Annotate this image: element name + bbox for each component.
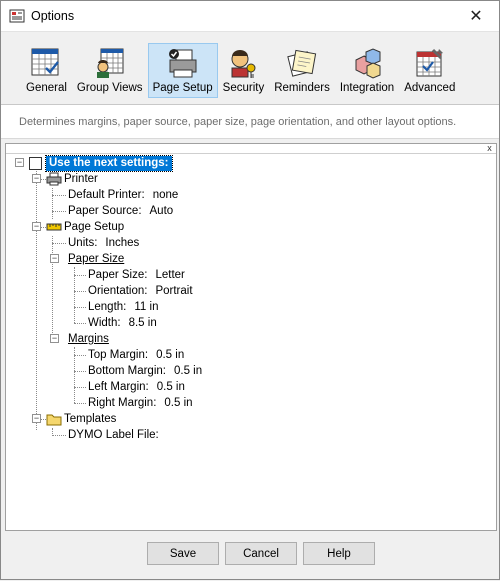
use-settings-checkbox[interactable] xyxy=(29,156,42,170)
ruler-icon xyxy=(46,223,62,231)
tab-label: Page Setup xyxy=(152,82,213,94)
help-button[interactable]: Help xyxy=(303,542,375,565)
units-row[interactable]: Units: Inches xyxy=(68,235,139,251)
tab-group-views[interactable]: Group Views xyxy=(72,43,148,98)
tab-label: Security xyxy=(222,82,265,94)
paper-size-group-label: Paper Size xyxy=(68,253,125,265)
tab-label: Reminders xyxy=(274,82,330,94)
folder-icon xyxy=(46,414,62,426)
paper-size-label: Paper Size: xyxy=(88,269,148,281)
calendar-user-icon xyxy=(96,48,124,78)
blocks-icon xyxy=(355,48,381,79)
templates-collapse-toggle[interactable]: − xyxy=(32,414,41,423)
tab-page-setup[interactable]: Page Setup xyxy=(147,43,218,98)
panel-header: x xyxy=(6,144,496,154)
left-margin-label: Left Margin: xyxy=(88,381,149,393)
bottom-margin-label: Bottom Margin: xyxy=(88,365,166,377)
left-margin-value[interactable]: 0.5 in xyxy=(157,381,185,393)
top-margin-label: Top Margin: xyxy=(88,349,149,361)
default-printer-value[interactable]: none xyxy=(153,189,179,201)
length-row[interactable]: Length: 11 in xyxy=(88,299,158,315)
length-value[interactable]: 11 in xyxy=(134,301,158,313)
right-margin-row[interactable]: Right Margin: 0.5 in xyxy=(88,395,193,411)
dialog-footer: Save Cancel Help xyxy=(1,531,499,581)
right-margin-label: Right Margin: xyxy=(88,397,157,409)
tree-root-row[interactable]: Use the next settings: xyxy=(29,154,173,172)
tab-label: General xyxy=(26,82,67,94)
save-button[interactable]: Save xyxy=(147,542,219,565)
dymo-label-file-label: DYMO Label File: xyxy=(68,429,159,441)
width-row[interactable]: Width: 8.5 in xyxy=(88,315,157,331)
right-margin-value[interactable]: 0.5 in xyxy=(164,397,192,409)
notes-icon xyxy=(287,49,317,77)
templates-label: Templates xyxy=(64,413,117,425)
orientation-label: Orientation: xyxy=(88,285,148,297)
orientation-row[interactable]: Orientation: Portrait xyxy=(88,283,193,299)
options-toolbar: General Group Views Page Setup Security … xyxy=(1,32,499,105)
tab-label: Group Views xyxy=(76,82,143,94)
page-description: Determines margins, paper source, paper … xyxy=(1,105,499,139)
calendar-wrench-icon xyxy=(416,48,443,77)
orientation-value[interactable]: Portrait xyxy=(155,285,192,297)
dymo-label-row[interactable]: DYMO Label File: xyxy=(68,427,159,443)
page-setup-collapse-toggle[interactable]: − xyxy=(32,222,41,231)
paper-source-value[interactable]: Auto xyxy=(150,205,174,217)
bottom-margin-row[interactable]: Bottom Margin: 0.5 in xyxy=(88,363,202,379)
tree-node-page-setup[interactable]: Page Setup xyxy=(46,219,124,235)
bottom-margin-value[interactable]: 0.5 in xyxy=(174,365,202,377)
panel-close-icon[interactable]: x xyxy=(485,144,494,153)
tree-node-margins[interactable]: Margins xyxy=(68,331,109,347)
printer-label: Printer xyxy=(64,173,98,185)
default-printer-row[interactable]: Default Printer: none xyxy=(68,187,178,203)
options-app-icon xyxy=(9,9,25,23)
root-collapse-toggle[interactable]: − xyxy=(15,158,24,167)
printer-icon xyxy=(168,49,197,78)
width-value[interactable]: 8.5 in xyxy=(129,317,157,329)
tab-general[interactable]: General xyxy=(21,43,72,98)
left-margin-row[interactable]: Left Margin: 0.5 in xyxy=(88,379,185,395)
tree-node-templates[interactable]: Templates xyxy=(46,411,116,427)
top-margin-row[interactable]: Top Margin: 0.5 in xyxy=(88,347,184,363)
paper-size-row[interactable]: Paper Size: Letter xyxy=(88,267,185,283)
tab-label: Integration xyxy=(339,82,395,94)
tab-label: Advanced xyxy=(404,82,456,94)
page-setup-label: Page Setup xyxy=(64,221,125,233)
user-key-icon xyxy=(231,50,256,78)
length-label: Length: xyxy=(88,301,127,313)
units-value[interactable]: Inches xyxy=(105,237,139,249)
default-printer-label: Default Printer: xyxy=(68,189,145,201)
tab-advanced[interactable]: Advanced xyxy=(399,43,460,98)
printer-icon xyxy=(46,172,62,186)
width-label: Width: xyxy=(88,317,121,329)
tab-integration[interactable]: Integration xyxy=(335,43,399,98)
units-label: Units: xyxy=(68,237,98,249)
margins-group-label: Margins xyxy=(68,333,109,345)
tab-reminders[interactable]: Reminders xyxy=(269,43,335,98)
paper-source-row[interactable]: Paper Source: Auto xyxy=(68,203,173,219)
tree-node-printer[interactable]: Printer xyxy=(46,171,98,187)
tab-security[interactable]: Security xyxy=(218,43,270,98)
title-bar: Options ✕ xyxy=(1,1,499,32)
paper-size-collapse-toggle[interactable]: − xyxy=(50,254,59,263)
top-margin-value[interactable]: 0.5 in xyxy=(156,349,184,361)
printer-collapse-toggle[interactable]: − xyxy=(32,174,41,183)
close-icon[interactable]: ✕ xyxy=(453,1,499,31)
paper-size-value[interactable]: Letter xyxy=(155,269,184,281)
settings-tree-panel: x − − − − − − Use the next settings: Pri… xyxy=(5,143,497,531)
cancel-button[interactable]: Cancel xyxy=(225,542,297,565)
options-window: Options ✕ General Group Views Page Setup… xyxy=(0,0,500,580)
paper-source-label: Paper Source: xyxy=(68,205,142,217)
calendar-check-icon xyxy=(31,48,60,76)
window-title: Options xyxy=(31,9,75,23)
use-settings-label[interactable]: Use the next settings: xyxy=(45,154,173,172)
margins-collapse-toggle[interactable]: − xyxy=(50,334,59,343)
tree-node-paper-size[interactable]: Paper Size xyxy=(68,251,124,267)
